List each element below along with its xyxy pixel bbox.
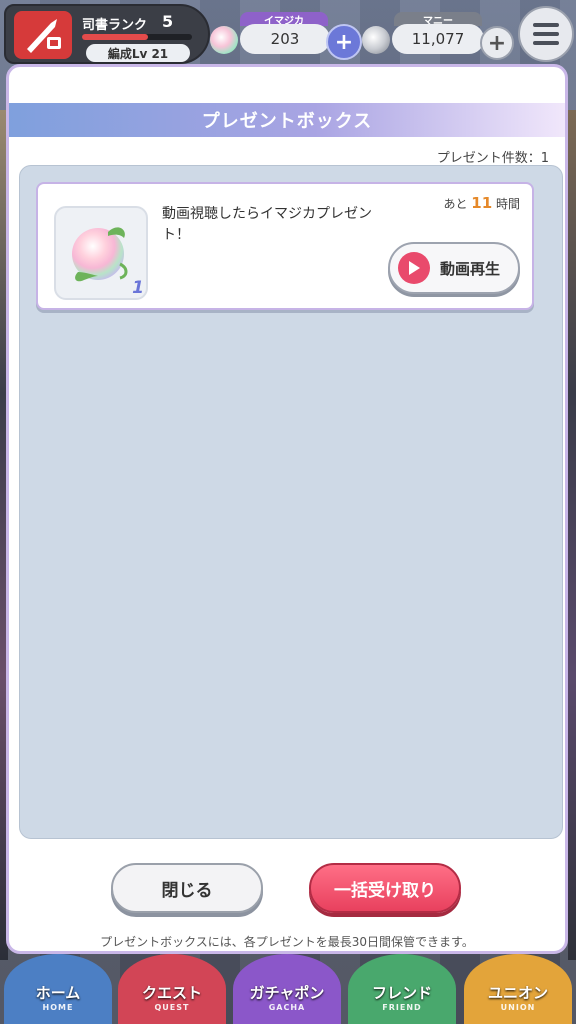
rank-panel[interactable]: 司書ランク 5 編成Lv 21 (4, 4, 210, 64)
rank-progress-bar (82, 34, 192, 40)
bottom-nav: ホーム HOME クエスト QUEST ガチャポン GACHA フレンド FRI… (0, 954, 576, 1024)
imajika-value: 203 (240, 24, 330, 54)
play-video-button[interactable]: 動画再生 (388, 242, 520, 294)
nav-gacha-label: ガチャポン (249, 984, 325, 1002)
play-icon (398, 252, 430, 284)
nav-gacha[interactable]: ガチャポン GACHA (233, 954, 341, 1024)
nav-quest[interactable]: クエスト QUEST (118, 954, 226, 1024)
nav-union-label: ユニオン (487, 984, 548, 1002)
hamburger-icon-line (533, 23, 559, 27)
nav-gacha-sub: GACHA (268, 1003, 306, 1012)
dialog-title: プレゼントボックス (9, 103, 565, 137)
add-money-button[interactable]: + (480, 26, 514, 60)
receive-all-button[interactable]: 一括受け取り (309, 863, 461, 913)
remaining-suffix: 時間 (495, 197, 520, 211)
present-box-dialog: プレゼントボックス プレゼント件数：1 1 動画視聴したらイマジカプレゼント！ … (6, 64, 568, 954)
rank-progress-fill (82, 34, 148, 40)
nav-home[interactable]: ホーム HOME (4, 954, 112, 1024)
hamburger-icon-line (533, 32, 559, 36)
rank-label: 司書ランク (82, 18, 148, 33)
play-video-label: 動画再生 (440, 259, 501, 278)
close-button[interactable]: 閉じる (111, 863, 263, 913)
rank-badge-icon (14, 11, 72, 59)
nav-friend-label: フレンド (371, 984, 432, 1002)
present-list[interactable]: 1 動画視聴したらイマジカプレゼント！ あと 11 時間 動画再生 (19, 165, 563, 839)
nav-quest-label: クエスト (141, 984, 202, 1002)
money-value: 11,077 (392, 24, 484, 54)
imajika-orb-icon (210, 26, 238, 54)
nav-union[interactable]: ユニオン UNION (464, 954, 572, 1024)
add-imajika-button[interactable]: + (326, 24, 362, 60)
item-description: 動画視聴したらイマジカプレゼント！ (162, 206, 372, 243)
remaining-value: 11 (471, 194, 493, 212)
menu-button[interactable] (518, 6, 574, 62)
nav-friend[interactable]: フレンド FRIEND (348, 954, 456, 1024)
nav-union-sub: UNION (500, 1003, 536, 1012)
nav-home-sub: HOME (42, 1003, 74, 1012)
item-icon-frame: 1 (54, 206, 148, 300)
nav-friend-sub: FRIEND (382, 1003, 422, 1012)
money-coin-icon (362, 26, 390, 54)
storage-note: プレゼントボックスには、各プレゼントを最長30日間保管できます。 (100, 935, 474, 949)
present-count: プレゼント件数：1 (436, 151, 549, 166)
background-right-strip (568, 110, 576, 960)
nav-home-label: ホーム (35, 984, 81, 1002)
remaining-prefix: あと (443, 197, 468, 211)
rank-value: 5 (162, 12, 174, 31)
item-remaining-time: あと 11 時間 (443, 194, 520, 212)
hamburger-icon-line (533, 41, 559, 45)
formation-level: 編成Lv 21 (86, 44, 190, 62)
nav-quest-sub: QUEST (154, 1003, 190, 1012)
top-header: 司書ランク 5 編成Lv 21 イマジカ 203 + マニー 11,077 + (0, 0, 576, 64)
item-quantity: 1 (132, 278, 144, 298)
list-item[interactable]: 1 動画視聴したらイマジカプレゼント！ あと 11 時間 動画再生 (36, 182, 534, 310)
